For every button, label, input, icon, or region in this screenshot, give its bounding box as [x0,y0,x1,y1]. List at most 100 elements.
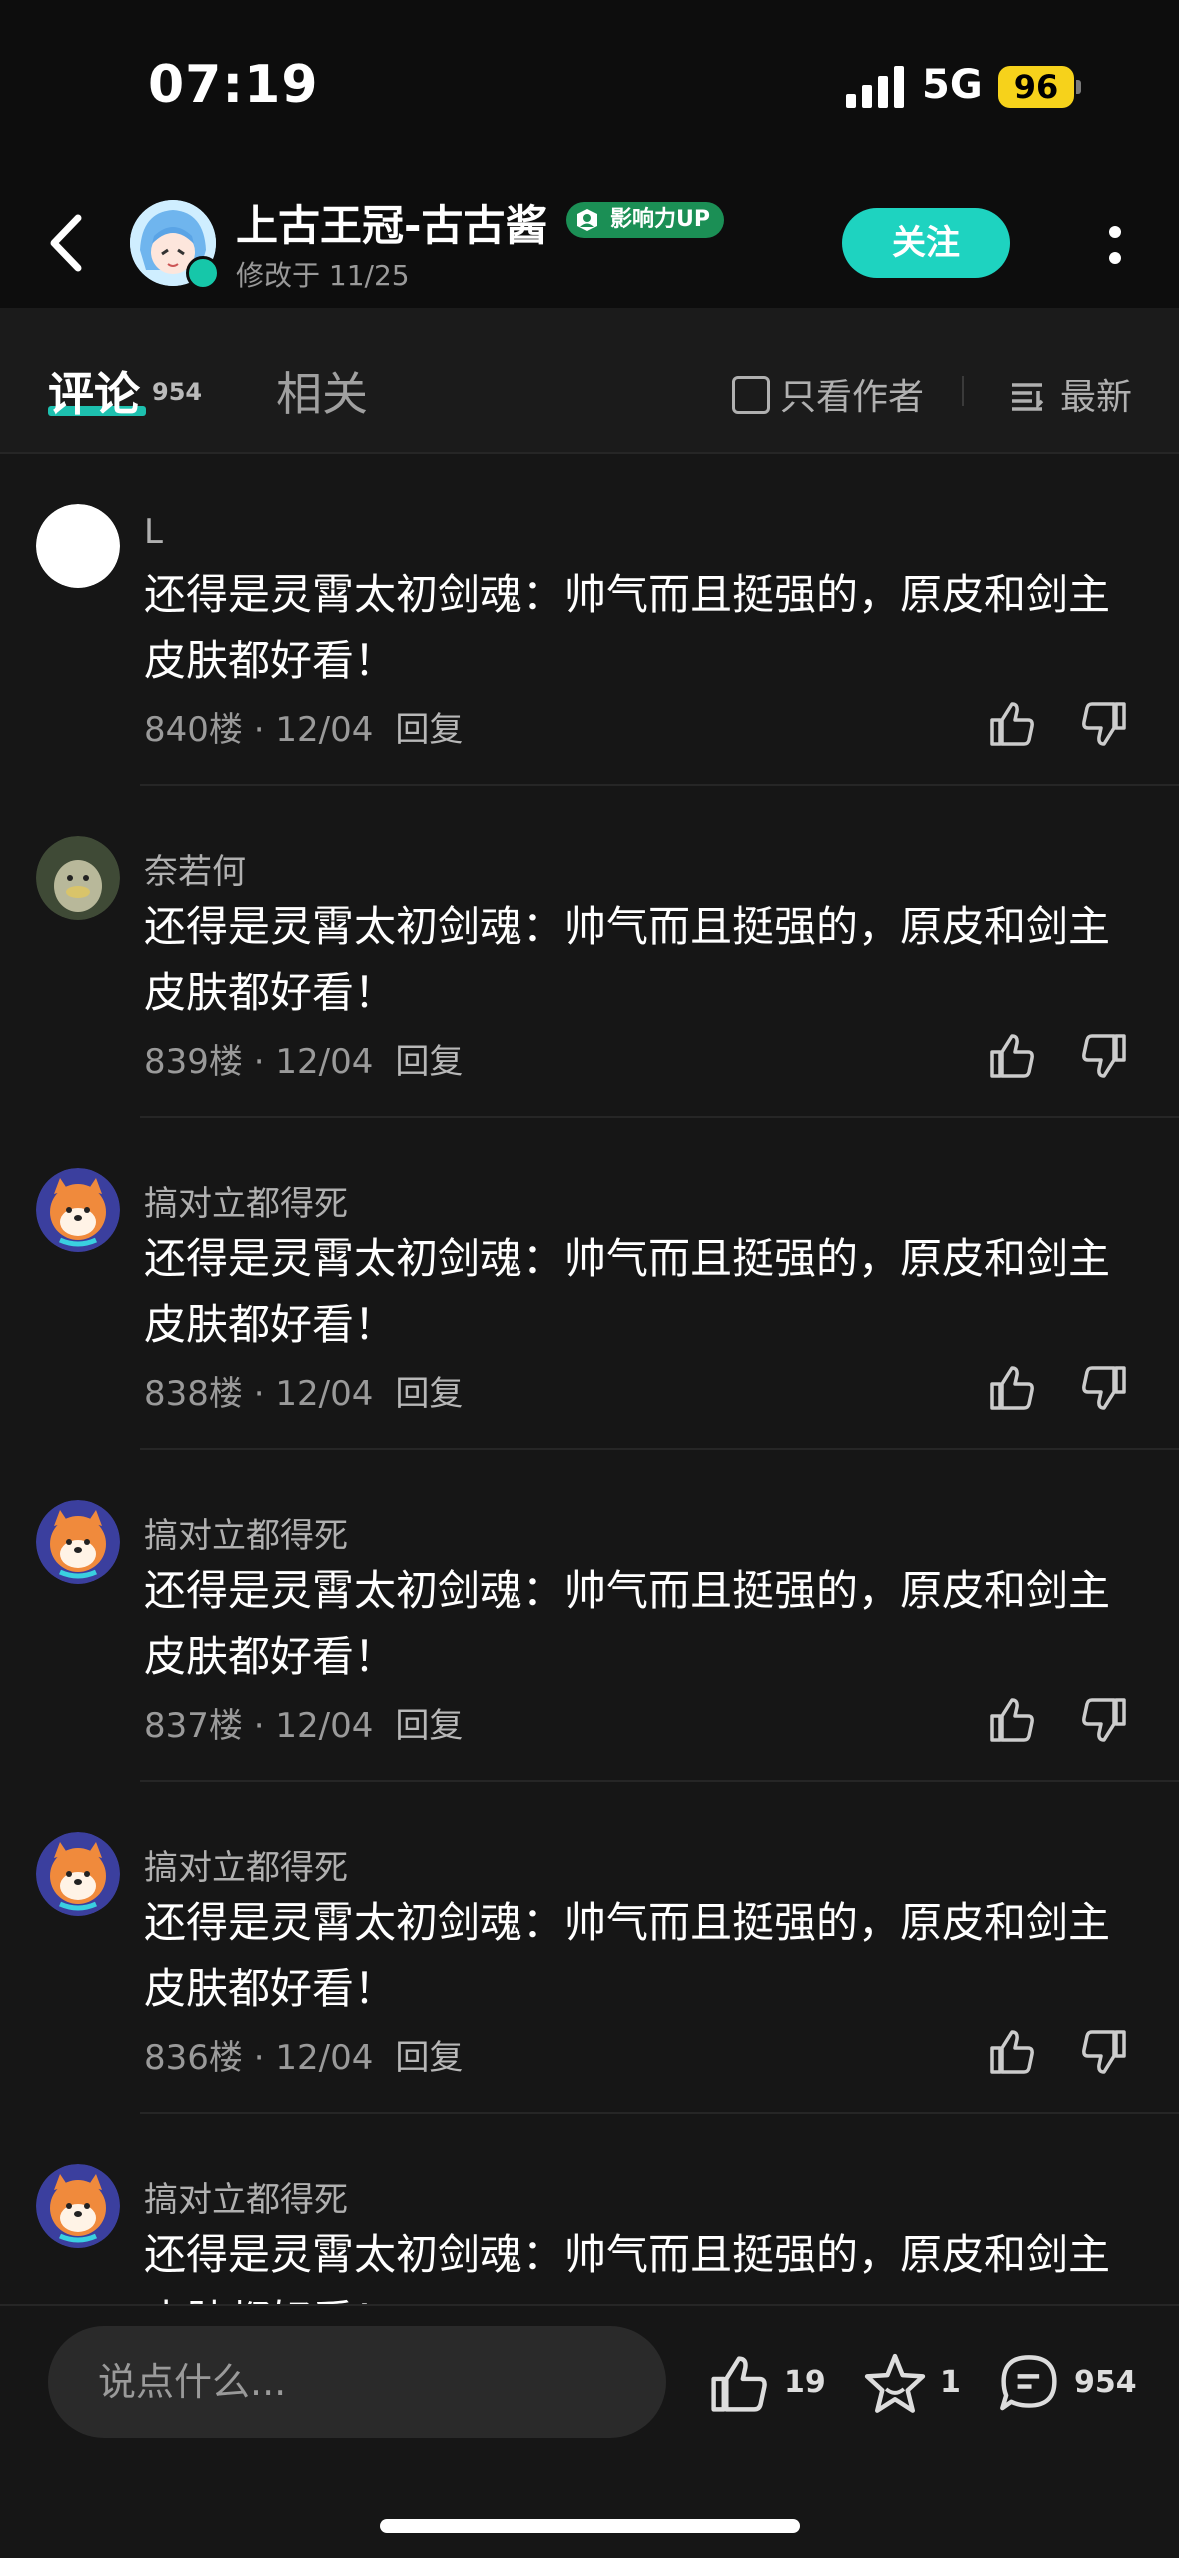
comment-meta: 836楼 · 12/04 回复 [144,2038,464,2078]
thumbs-down-icon[interactable] [1078,698,1130,750]
duck-avatar-icon [36,836,120,920]
commenter-name[interactable]: 搞对立都得死 [144,1840,348,1889]
thumbs-down-icon[interactable] [1078,2026,1130,2078]
comment-item: 搞对立都得死 还得是灵霄太初剑魂：帅气而且挺强的，原皮和剑主皮肤都好看！ 837… [0,1450,1179,1782]
thumbs-up-icon[interactable] [986,2026,1038,2078]
comment-floor: 839楼 [144,1042,243,1082]
comment-text: 还得是灵霄太初剑魂：帅气而且挺强的，原皮和剑主皮肤都好看！ [144,902,1111,1017]
follow-button[interactable]: 关注 [842,208,1010,278]
commenter-name[interactable]: 搞对立都得死 [144,2172,348,2221]
reply-button[interactable]: 回复 [395,2038,463,2078]
comment-text: 还得是灵霄太初剑魂：帅气而且挺强的，原皮和剑主皮肤都好看！ [144,570,1111,685]
thumbs-down-icon[interactable] [1078,1362,1130,1414]
comment-item: 搞对立都得死 还得是灵霄太初剑魂：帅气而且挺强的，原皮和剑主皮肤都好看！ 838… [0,1118,1179,1450]
user-badge-icon [577,209,597,231]
commenter-avatar[interactable] [36,1168,120,1252]
top-bar: 07:19 5G 96 上古王冠-古古酱 影响力UP 修改于 11/25 关注 [0,0,1179,308]
commenter-avatar[interactable] [36,2164,120,2248]
thumbs-up-icon[interactable] [986,698,1038,750]
checkbox-icon[interactable] [732,376,770,414]
badge-label: 影响力UP [610,207,710,232]
comment-meta: 837楼 · 12/04 回复 [144,1706,464,1746]
thumbs-up-icon[interactable] [986,1030,1038,1082]
more-options-icon[interactable] [1100,210,1130,280]
network-type: 5G [922,62,983,108]
commenter-name[interactable]: 搞对立都得死 [144,1508,348,1557]
speech-bubble-icon [1000,2354,1057,2410]
comment-item: 搞对立都得死 还得是灵霄太初剑魂：帅气而且挺强的，原皮和剑主皮肤都好看！ 836… [0,1782,1179,2114]
commenter-avatar[interactable] [36,1500,120,1584]
commenter-name[interactable]: 搞对立都得死 [144,1176,348,1225]
comment-date: 12/04 [275,1706,374,1746]
author-only-label: 只看作者 [780,377,925,418]
comment-item: 搞对立都得死 还得是灵霄太初剑魂：帅气而且挺强的，原皮和剑主皮肤都好看！ [0,2114,1179,2304]
comment-input[interactable]: 说点什么... [48,2326,666,2438]
comment-date: 12/04 [275,1374,374,1414]
comment-date: 12/04 [275,710,374,750]
reply-button[interactable]: 回复 [395,1042,463,1082]
favorite-count: 1 [940,2365,961,2400]
comment-item: 奈若何 还得是灵霄太初剑魂：帅气而且挺强的，原皮和剑主皮肤都好看！ 839楼 ·… [0,786,1179,1118]
comment-text: 还得是灵霄太初剑魂：帅气而且挺强的，原皮和剑主皮肤都好看！ [144,1234,1111,1349]
like-count: 19 [784,2365,826,2400]
thumbs-down-icon[interactable] [1078,1694,1130,1746]
comment-date: 12/04 [275,1042,374,1082]
author-name[interactable]: 上古王冠-古古酱 [236,192,547,253]
shiba-dog-avatar-icon [36,1168,120,1252]
shiba-dog-avatar-icon [36,2164,120,2248]
shiba-dog-avatar-icon [36,1500,120,1584]
author-only-filter[interactable]: 只看作者 [732,368,924,418]
post-header: 上古王冠-古古酱 影响力UP 修改于 11/25 关注 [0,170,1179,308]
tab-comments-count: 954 [152,378,203,406]
like-button[interactable]: 19 [706,2348,826,2418]
tab-comments[interactable]: 评论 [48,358,140,424]
comment-list[interactable]: L 还得是灵霄太初剑魂：帅气而且挺强的，原皮和剑主皮肤都好看！ 840楼 · 1… [0,454,1179,2304]
comment-floor: 838楼 [144,1374,243,1414]
reply-button[interactable]: 回复 [395,710,463,750]
commenter-avatar[interactable] [36,1832,120,1916]
sort-label: 最新 [1060,377,1133,418]
favorite-button[interactable]: 1 [862,2348,961,2418]
comment-floor: 837楼 [144,1706,243,1746]
back-arrow-icon[interactable] [40,208,100,278]
commenter-name[interactable]: L [144,512,163,552]
comments-button[interactable]: 954 [996,2348,1137,2418]
cellular-signal-icon [846,66,904,108]
modified-date: 修改于 11/25 [236,259,410,292]
home-indicator[interactable] [380,2519,800,2533]
comment-tab-bar: 评论 954 相关 只看作者 最新 [0,308,1179,454]
thumbs-down-icon[interactable] [1078,1030,1130,1082]
thumbs-up-icon[interactable] [986,1694,1038,1746]
commenter-avatar[interactable] [36,504,120,588]
influence-up-badge: 影响力UP [566,202,724,238]
comment-meta: 839楼 · 12/04 回复 [144,1042,464,1082]
comment-meta: 838楼 · 12/04 回复 [144,1374,464,1414]
verified-badge-icon [186,256,220,290]
comment-count: 954 [1074,2365,1137,2400]
comment-floor: 836楼 [144,2038,243,2078]
divider [962,376,964,406]
comment-floor: 840楼 [144,710,243,750]
shiba-dog-avatar-icon [36,1832,120,1916]
status-time: 07:19 [148,55,319,115]
comment-meta: 840楼 · 12/04 回复 [144,710,464,750]
commenter-name[interactable]: 奈若何 [144,844,246,893]
comment-date: 12/04 [275,2038,374,2078]
reply-button[interactable]: 回复 [395,1374,463,1414]
thumbs-up-icon[interactable] [986,1362,1038,1414]
reply-button[interactable]: 回复 [395,1706,463,1746]
comment-text: 还得是灵霄太初剑魂：帅气而且挺强的，原皮和剑主皮肤都好看！ [144,1898,1111,2013]
commenter-avatar[interactable] [36,836,120,920]
star-icon [864,2353,926,2413]
comment-text: 还得是灵霄太初剑魂：帅气而且挺强的，原皮和剑主皮肤都好看！ [144,2230,1111,2304]
comment-text: 还得是灵霄太初剑魂：帅气而且挺强的，原皮和剑主皮肤都好看！ [144,1566,1111,1681]
sort-button[interactable]: 最新 [1008,368,1132,418]
battery-tip [1076,80,1081,94]
sort-list-icon [1012,383,1044,411]
status-bar: 07:19 5G 96 [0,0,1179,170]
white-circle-avatar-icon [36,504,120,588]
tab-related[interactable]: 相关 [276,358,368,424]
battery-icon: 96 [998,66,1074,108]
comment-item: L 还得是灵霄太初剑魂：帅气而且挺强的，原皮和剑主皮肤都好看！ 840楼 · 1… [0,454,1179,786]
thumbs-up-icon [711,2355,767,2412]
